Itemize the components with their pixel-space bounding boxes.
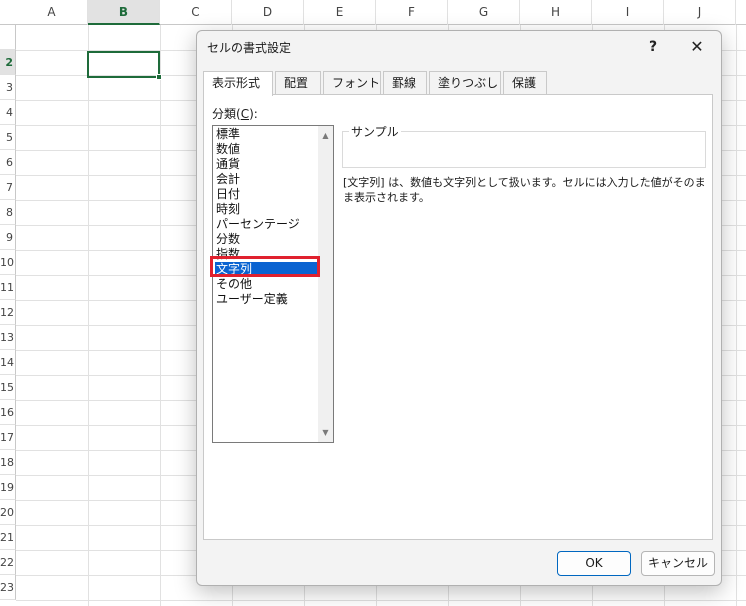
row-header[interactable] [0, 25, 16, 50]
row-header[interactable]: 3 [0, 75, 16, 100]
column-header-e[interactable]: E [304, 0, 376, 25]
row-header[interactable]: 19 [0, 475, 16, 500]
list-item[interactable]: その他 [215, 277, 318, 292]
column-header-g[interactable]: G [448, 0, 520, 25]
close-button[interactable]: ✕ [683, 35, 711, 59]
row-header[interactable]: 16 [0, 400, 16, 425]
app-window: A B C D E F G H I J 2 3 4 5 6 7 8 9 10 1… [0, 0, 746, 606]
fill-handle[interactable] [156, 74, 162, 80]
help-button[interactable]: ? [639, 35, 667, 59]
list-item[interactable]: ユーザー定義 [215, 292, 318, 307]
scroll-down-icon[interactable]: ▼ [318, 425, 333, 440]
scroll-up-icon[interactable]: ▲ [318, 128, 333, 143]
gridline [16, 600, 746, 601]
row-header[interactable]: 7 [0, 175, 16, 200]
column-header-j[interactable]: J [664, 0, 736, 25]
row-header[interactable]: 2 [0, 50, 16, 75]
gridline [160, 25, 161, 606]
tab-panel: 分類(C): 標準 数値 通貨 会計 日付 時刻 パーセンテージ 分数 指数 文… [203, 94, 713, 540]
tab-border[interactable]: 罫線 [383, 71, 427, 95]
tab-fill[interactable]: 塗りつぶし [429, 71, 501, 95]
row-header[interactable]: 22 [0, 550, 16, 575]
tab-font[interactable]: フォント [323, 71, 381, 95]
column-header-c[interactable]: C [160, 0, 232, 25]
row-header[interactable]: 18 [0, 450, 16, 475]
dialog-title: セルの書式設定 [207, 41, 292, 55]
gridline [736, 25, 737, 606]
column-header-row: A B C D E F G H I J [0, 0, 746, 25]
category-label: 分類(C): [212, 107, 258, 121]
row-header[interactable]: 8 [0, 200, 16, 225]
row-header[interactable]: 4 [0, 100, 16, 125]
annotation-highlight [210, 256, 320, 277]
list-item[interactable]: 通貨 [215, 157, 318, 172]
list-item[interactable]: パーセンテージ [215, 217, 318, 232]
cancel-button[interactable]: キャンセル [641, 551, 715, 576]
sample-group: サンプル [342, 123, 706, 168]
row-header[interactable]: 5 [0, 125, 16, 150]
row-header[interactable]: 11 [0, 275, 16, 300]
column-header-i[interactable]: I [592, 0, 664, 25]
sample-label: サンプル [349, 123, 401, 140]
tab-protection[interactable]: 保護 [503, 71, 547, 95]
column-header-h[interactable]: H [520, 0, 592, 25]
row-header[interactable]: 23 [0, 575, 16, 600]
format-cells-dialog: セルの書式設定 ? ✕ 表示形式 配置 フォント 罫線 塗りつぶし 保護 分類(… [196, 30, 722, 586]
row-header[interactable]: 9 [0, 225, 16, 250]
row-header[interactable]: 20 [0, 500, 16, 525]
row-header[interactable]: 6 [0, 150, 16, 175]
row-header[interactable]: 21 [0, 525, 16, 550]
list-item[interactable]: 分数 [215, 232, 318, 247]
selected-cell-b2[interactable] [87, 51, 162, 80]
category-listbox[interactable]: 標準 数値 通貨 会計 日付 時刻 パーセンテージ 分数 指数 文字列 その他 … [212, 125, 334, 443]
column-header-f[interactable]: F [376, 0, 448, 25]
gridline [88, 25, 89, 606]
row-header[interactable]: 15 [0, 375, 16, 400]
column-header-b[interactable]: B [88, 0, 160, 25]
format-description: [文字列] は、数値も文字列として扱います。セルには入力した値がそのまま表示され… [343, 176, 706, 204]
tab-alignment[interactable]: 配置 [275, 71, 321, 95]
list-item[interactable]: 時刻 [215, 202, 318, 217]
column-header-d[interactable]: D [232, 0, 304, 25]
category-accelerator: C [240, 107, 250, 121]
tab-number-format[interactable]: 表示形式 [203, 71, 273, 96]
listbox-scrollbar[interactable]: ▲ ▼ [318, 126, 333, 442]
column-header-a[interactable]: A [16, 0, 88, 25]
list-item[interactable]: 標準 [215, 127, 318, 142]
list-item[interactable]: 数値 [215, 142, 318, 157]
row-header[interactable]: 13 [0, 325, 16, 350]
row-header[interactable]: 12 [0, 300, 16, 325]
row-header[interactable]: 10 [0, 250, 16, 275]
ok-button[interactable]: OK [557, 551, 631, 576]
row-header[interactable]: 17 [0, 425, 16, 450]
list-item[interactable]: 会計 [215, 172, 318, 187]
list-item[interactable]: 日付 [215, 187, 318, 202]
row-header[interactable]: 14 [0, 350, 16, 375]
